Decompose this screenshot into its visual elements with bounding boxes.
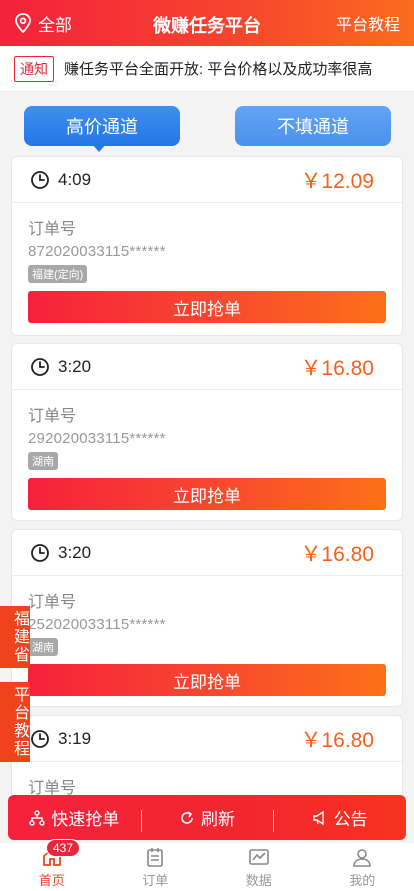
tutorial-link[interactable]: 平台教程 [336,0,400,46]
nav-label-profile: 我的 [349,873,376,888]
grab-order-button[interactable]: 立即抢单 [28,664,386,696]
refresh-button[interactable]: 刷新 [140,805,274,832]
clock-icon [31,543,49,562]
countdown-time: 3:20 [58,542,92,562]
clipboard-icon [147,848,164,867]
quick-grab-label: 快速抢单 [51,810,120,829]
card-header: 4:09 ￥12.09 [12,157,402,203]
announcement-button[interactable]: 公告 [273,805,406,832]
megaphone-icon [312,810,324,825]
nav-item-profile[interactable]: 我的 [311,843,414,891]
order-number: 292020033115****** [28,430,166,447]
location-pin-icon [15,13,31,33]
refresh-icon [181,810,193,824]
order-price: ￥16.80 [300,356,374,380]
order-number-label: 订单号 [28,594,77,611]
notification-badge: 437 [46,839,81,857]
grab-order-button[interactable]: 立即抢单 [28,478,386,510]
countdown-time: 4:09 [58,169,92,189]
order-price: ￥16.80 [300,728,374,752]
location-selector[interactable]: 全部 [14,0,72,46]
notice-bar[interactable]: 通知 赚任务平台全面开放: 平台价格以及成功率很高 [0,46,414,92]
action-bar: 快速抢单 刷新 公告 [8,795,406,840]
user-icon [353,849,372,867]
quick-grab-button[interactable]: 快速抢单 [8,805,141,830]
app-header: 全部 微赚任务平台 平台教程 [0,0,414,46]
notice-tag: 通知 [14,55,54,82]
bottom-nav: 437 首页 订单 数据 我的 [0,839,414,891]
order-card: 3:20 ￥16.80 订单号 292020033115****** 湖南 立即… [11,343,403,521]
refresh-label: 刷新 [201,810,235,829]
nav-item-home[interactable]: 437 首页 [0,839,104,891]
nav-label-orders: 订单 [142,873,169,888]
countdown-time: 3:20 [58,356,92,376]
order-card: 3:20 ￥16.80 订单号 252020033115****** 湖南 立即… [11,529,403,707]
side-province-tag[interactable]: 福建省 [0,606,30,668]
countdown-time: 3:19 [58,728,92,748]
order-price: ￥16.80 [300,542,374,566]
nav-item-data[interactable]: 数据 [207,843,311,891]
nav-item-orders[interactable]: 订单 [104,843,208,891]
clock-icon [31,357,49,376]
order-number-label: 订单号 [28,408,77,425]
order-number: 252020033115****** [28,616,166,633]
order-number: 872020033115****** [28,243,166,260]
announcement-label: 公告 [333,810,368,829]
network-icon [29,809,46,826]
tab-high-price[interactable]: 高价通道 [24,106,180,146]
order-card: 4:09 ￥12.09 订单号 872020033115****** 福建(定向… [11,156,403,336]
active-tab-indicator [92,144,106,152]
notice-text: 赚任务平台全面开放: 平台价格以及成功率很高 [64,61,373,78]
channel-tabs: 高价通道 不填通道 [0,92,414,154]
region-badge: 湖南 [28,638,58,656]
card-header: 3:20 ￥16.80 [12,344,402,390]
tab-no-fill[interactable]: 不填通道 [235,106,391,146]
card-header: 3:19 ￥16.80 [12,716,402,762]
clock-icon [31,170,49,189]
order-price: ￥12.09 [300,169,374,193]
nav-label-data: 数据 [245,873,272,888]
clock-icon [31,729,49,748]
grab-order-button[interactable]: 立即抢单 [28,291,386,323]
location-label: 全部 [38,15,72,35]
region-badge: 湖南 [28,452,58,470]
chart-icon [248,849,269,865]
order-number-label: 订单号 [28,221,77,238]
nav-label-home: 首页 [38,873,65,888]
card-header: 3:20 ￥16.80 [12,530,402,576]
region-badge: 福建(定向) [28,265,88,283]
side-tutorial-tag[interactable]: 平台教程 [0,682,30,762]
